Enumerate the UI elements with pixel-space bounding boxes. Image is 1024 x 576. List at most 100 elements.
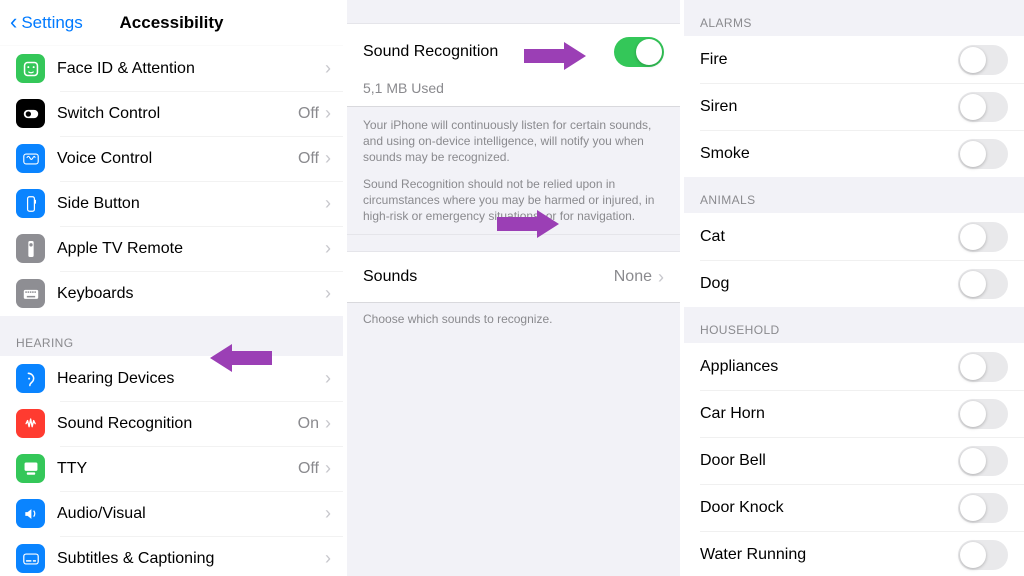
hearing-section: Hearing Devices›Sound RecognitionOn›TTYO… [0, 356, 343, 576]
sound-toggle[interactable] [958, 269, 1008, 299]
sound-toggle-row[interactable]: Fire [684, 36, 1024, 83]
row-label: Face ID & Attention [57, 60, 325, 78]
row-label: Voice Control [57, 150, 298, 168]
chevron-right-icon: › [325, 413, 331, 434]
chevron-right-icon: › [325, 238, 331, 259]
sound-toggle-row[interactable]: Siren [684, 83, 1024, 130]
sound-name-label: Smoke [700, 145, 958, 163]
sound-toggle[interactable] [958, 45, 1008, 75]
sound-name-label: Door Knock [700, 499, 958, 517]
settings-row[interactable]: Sound RecognitionOn › [0, 401, 343, 446]
sound-name-label: Water Running [700, 546, 958, 564]
back-label: Settings [21, 13, 82, 33]
sound-toggle[interactable] [958, 352, 1008, 382]
settings-row[interactable]: Subtitles & Captioning› [0, 536, 343, 576]
sound-toggle[interactable] [958, 139, 1008, 169]
settings-row[interactable]: Switch ControlOff › [0, 91, 343, 136]
row-label: Apple TV Remote [57, 240, 325, 258]
sound-name-label: Appliances [700, 358, 958, 376]
top-section: Face ID & Attention›Switch ControlOff›Vo… [0, 46, 343, 316]
sound-toggle-row[interactable]: Water Running [684, 531, 1024, 576]
section-header-hearing: HEARING [0, 316, 343, 356]
nav-header: ‹ Settings Accessibility [0, 0, 343, 46]
section-header: ANIMALS [684, 177, 1024, 213]
sound-toggle-row[interactable]: Appliances [684, 343, 1024, 390]
switch-control-icon [16, 99, 45, 128]
chevron-right-icon: › [325, 148, 331, 169]
sounds-row[interactable]: Sounds None › [347, 252, 680, 302]
settings-row[interactable]: Voice ControlOff › [0, 136, 343, 181]
sound-toggle[interactable] [958, 540, 1008, 570]
sound-recognition-icon [16, 409, 45, 438]
sound-name-label: Cat [700, 228, 958, 246]
sound-name-label: Fire [700, 51, 958, 69]
row-value: Off [298, 150, 319, 168]
chevron-right-icon: › [325, 368, 331, 389]
sound-toggle-row[interactable]: Door Knock [684, 484, 1024, 531]
sound-name-label: Door Bell [700, 452, 958, 470]
sounds-label: Sounds [363, 268, 614, 286]
row-label: Hearing Devices [57, 370, 325, 388]
row-value: On [298, 415, 319, 433]
sound-toggle-row[interactable]: Dog [684, 260, 1024, 307]
sounds-value: None [614, 268, 652, 286]
settings-row[interactable]: TTYOff › [0, 446, 343, 491]
accessibility-settings-pane: ‹ Settings Accessibility Face ID & Atten… [0, 0, 343, 576]
storage-used-label: 5,1 MB Used [347, 80, 680, 106]
sound-recognition-toggle-row[interactable]: Sound Recognition [347, 24, 680, 80]
row-label: Subtitles & Captioning [57, 550, 325, 568]
sound-name-label: Car Horn [700, 405, 958, 423]
row-label: TTY [57, 460, 298, 478]
face-id-icon [16, 54, 45, 83]
sound-toggle-row[interactable]: Car Horn [684, 390, 1024, 437]
row-label: Keyboards [57, 285, 325, 303]
sound-name-label: Siren [700, 98, 958, 116]
chevron-right-icon: › [325, 103, 331, 124]
sounds-footer: Choose which sounds to recognize. [347, 303, 680, 337]
sound-toggle[interactable] [958, 399, 1008, 429]
sound-recognition-desc1: Your iPhone will continuously listen for… [347, 107, 680, 176]
sound-toggle[interactable] [958, 92, 1008, 122]
row-label: Sound Recognition [57, 415, 298, 433]
row-label: Switch Control [57, 105, 298, 123]
chevron-right-icon: › [325, 283, 331, 304]
sound-recognition-detail-pane: Sound Recognition 5,1 MB Used Your iPhon… [347, 0, 680, 576]
section-header: HOUSEHOLD [684, 307, 1024, 343]
sound-recognition-toggle-label: Sound Recognition [363, 43, 614, 61]
sound-toggle[interactable] [958, 446, 1008, 476]
row-label: Side Button [57, 195, 325, 213]
row-label: Audio/Visual [57, 505, 325, 523]
subtitles-icon [16, 544, 45, 573]
sound-toggle[interactable] [958, 493, 1008, 523]
sound-toggle[interactable] [958, 222, 1008, 252]
page-title: Accessibility [120, 13, 224, 33]
audio-visual-icon [16, 499, 45, 528]
keyboards-icon [16, 279, 45, 308]
side-button-icon [16, 189, 45, 218]
row-value: Off [298, 105, 319, 123]
chevron-right-icon: › [325, 458, 331, 479]
row-value: Off [298, 460, 319, 478]
settings-row[interactable]: Hearing Devices› [0, 356, 343, 401]
back-button[interactable]: ‹ Settings [10, 12, 83, 34]
sounds-list-pane: ALARMS Fire Siren Smoke ANIMALS Cat Dog HOUSEHO… [684, 0, 1024, 576]
chevron-right-icon: › [325, 548, 331, 569]
pane2-header-pad [347, 0, 680, 24]
chevron-right-icon: › [325, 193, 331, 214]
sound-toggle-row[interactable]: Door Bell [684, 437, 1024, 484]
sound-toggle-row[interactable]: Smoke [684, 130, 1024, 177]
settings-row[interactable]: Audio/Visual› [0, 491, 343, 536]
settings-row[interactable]: Side Button› [0, 181, 343, 226]
tty-icon [16, 454, 45, 483]
sound-recognition-toggle[interactable] [614, 37, 664, 67]
chevron-right-icon: › [325, 503, 331, 524]
apple-tv-remote-icon [16, 234, 45, 263]
voice-control-icon [16, 144, 45, 173]
settings-row[interactable]: Keyboards› [0, 271, 343, 316]
settings-row[interactable]: Apple TV Remote› [0, 226, 343, 271]
settings-row[interactable]: Face ID & Attention› [0, 46, 343, 91]
section-header: ALARMS [684, 0, 1024, 36]
sound-name-label: Dog [700, 275, 958, 293]
sound-toggle-row[interactable]: Cat [684, 213, 1024, 260]
chevron-right-icon: › [325, 58, 331, 79]
